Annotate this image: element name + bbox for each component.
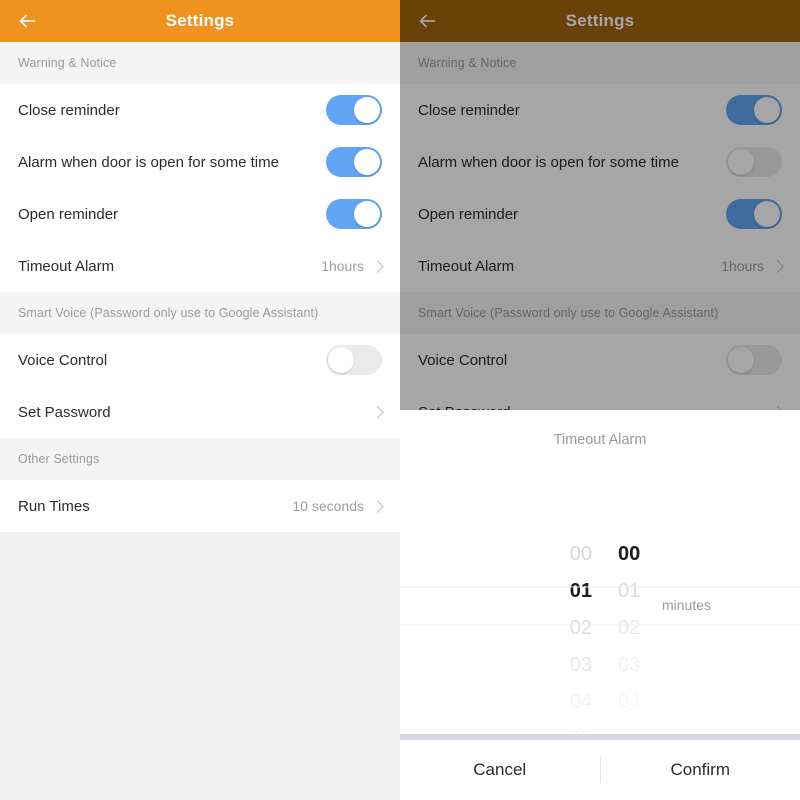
page-title: Settings	[165, 11, 235, 30]
row-label: Open reminder	[18, 205, 119, 223]
chevron-right-icon	[371, 405, 384, 419]
toggle-knob	[728, 347, 754, 373]
app-bar: Settings	[0, 0, 400, 42]
timeout-alarm-picker-sheet: Timeout Alarm 00 01 02 03 04 05 hours	[400, 410, 800, 800]
section-header-label: Smart Voice (Password only use to Google…	[18, 306, 319, 320]
toggle-open-reminder[interactable]	[326, 199, 382, 229]
toggle-knob	[754, 97, 780, 123]
toggle-knob	[328, 347, 354, 373]
chevron-right-icon	[771, 259, 784, 273]
section-header-label: Smart Voice (Password only use to Google…	[418, 306, 719, 320]
row-close-reminder[interactable]: Close reminder	[400, 84, 800, 136]
toggle-knob	[754, 201, 780, 227]
row-label: Alarm when door is open for some time	[18, 153, 279, 171]
screenshot-stage: Settings Warning & Notice Close reminder…	[0, 0, 800, 800]
minutes-unit-label: minutes	[662, 597, 712, 613]
arrow-left-icon	[19, 14, 36, 28]
duration-picker: 00 01 02 03 04 05 hours 00 01 02	[400, 476, 800, 734]
row-voice-control[interactable]: Voice Control	[0, 334, 400, 386]
row-alarm-door-open[interactable]: Alarm when door is open for some time	[0, 136, 400, 188]
row-open-reminder[interactable]: Open reminder	[400, 188, 800, 240]
row-label: Open reminder	[418, 205, 519, 223]
settings-screen-left: Settings Warning & Notice Close reminder…	[0, 0, 400, 800]
row-label: Alarm when door is open for some time	[418, 153, 679, 171]
row-label: Voice Control	[18, 351, 108, 369]
minutes-wheel-item[interactable]: 02	[600, 610, 800, 647]
section-header-label: Other Settings	[18, 452, 100, 466]
toggle-voice-control[interactable]	[326, 345, 382, 375]
settings-screen-right: Settings Warning & Notice Close reminder…	[400, 0, 800, 800]
row-run-times[interactable]: Run Times 10 seconds	[0, 480, 400, 532]
row-value: 1hours	[721, 258, 764, 274]
hours-wheel-item-selected[interactable]: 01	[400, 573, 600, 610]
minutes-wheel-strip: 00 01 02 03 04	[600, 536, 800, 721]
settings-list: Warning & Notice Close reminder Alarm wh…	[0, 42, 400, 532]
minutes-wheel-item[interactable]: 03	[600, 647, 800, 684]
hours-wheel-item[interactable]: 03	[400, 647, 600, 684]
minutes-wheel-item[interactable]: 04	[600, 684, 800, 721]
row-value: 1hours	[321, 258, 364, 274]
row-close-reminder[interactable]: Close reminder	[0, 84, 400, 136]
hours-wheel[interactable]: 00 01 02 03 04 05 hours	[400, 476, 600, 734]
toggle-knob	[354, 97, 380, 123]
row-open-reminder[interactable]: Open reminder	[0, 188, 400, 240]
toggle-voice-control[interactable]	[726, 345, 782, 375]
hours-wheel-strip: 00 01 02 03 04 05	[400, 536, 600, 734]
row-label: Voice Control	[418, 351, 508, 369]
page-title: Settings	[565, 11, 635, 30]
row-timeout-alarm[interactable]: Timeout Alarm 1hours	[0, 240, 400, 292]
row-voice-control[interactable]: Voice Control	[400, 334, 800, 386]
row-timeout-alarm[interactable]: Timeout Alarm 1hours	[400, 240, 800, 292]
hours-wheel-item[interactable]: 00	[400, 536, 600, 573]
toggle-close-reminder[interactable]	[726, 95, 782, 125]
hours-wheel-item[interactable]: 05	[400, 721, 600, 734]
row-label: Close reminder	[18, 101, 120, 119]
section-header-smart-voice: Smart Voice (Password only use to Google…	[0, 292, 400, 334]
row-set-password[interactable]: Set Password	[0, 386, 400, 438]
row-label: Close reminder	[418, 101, 520, 119]
section-header-smart-voice: Smart Voice (Password only use to Google…	[400, 292, 800, 334]
toggle-knob	[728, 149, 754, 175]
toggle-alarm-door-open[interactable]	[726, 147, 782, 177]
row-label: Run Times	[18, 497, 90, 515]
section-header-label: Warning & Notice	[18, 56, 117, 70]
chevron-right-icon	[371, 259, 384, 273]
chevron-right-icon	[371, 499, 384, 513]
toggle-alarm-door-open[interactable]	[326, 147, 382, 177]
picker-title: Timeout Alarm	[553, 432, 647, 448]
row-value: 10 seconds	[292, 498, 364, 514]
row-label: Set Password	[18, 403, 111, 421]
row-alarm-door-open[interactable]: Alarm when door is open for some time	[400, 136, 800, 188]
settings-list: Warning & Notice Close reminder Alarm wh…	[400, 42, 800, 438]
toggle-knob	[354, 201, 380, 227]
confirm-button[interactable]: Confirm	[601, 740, 800, 800]
section-header-label: Warning & Notice	[418, 56, 517, 70]
minutes-wheel-item-selected[interactable]: 00	[600, 536, 800, 573]
back-button[interactable]	[12, 6, 42, 36]
row-label: Timeout Alarm	[18, 257, 115, 275]
toggle-knob	[354, 149, 380, 175]
cancel-button[interactable]: Cancel	[400, 740, 600, 800]
row-label: Timeout Alarm	[418, 257, 515, 275]
section-header-warning-notice: Warning & Notice	[0, 42, 400, 84]
back-button[interactable]	[412, 6, 442, 36]
app-bar: Settings	[400, 0, 800, 42]
minutes-wheel[interactable]: 00 01 02 03 04 minutes	[600, 476, 800, 734]
picker-actions: Cancel Confirm	[400, 740, 800, 800]
arrow-left-icon	[419, 14, 436, 28]
hours-wheel-item[interactable]: 02	[400, 610, 600, 647]
hours-wheel-item[interactable]: 04	[400, 684, 600, 721]
section-header-other-settings: Other Settings	[0, 438, 400, 480]
section-header-warning-notice: Warning & Notice	[400, 42, 800, 84]
toggle-open-reminder[interactable]	[726, 199, 782, 229]
toggle-close-reminder[interactable]	[326, 95, 382, 125]
